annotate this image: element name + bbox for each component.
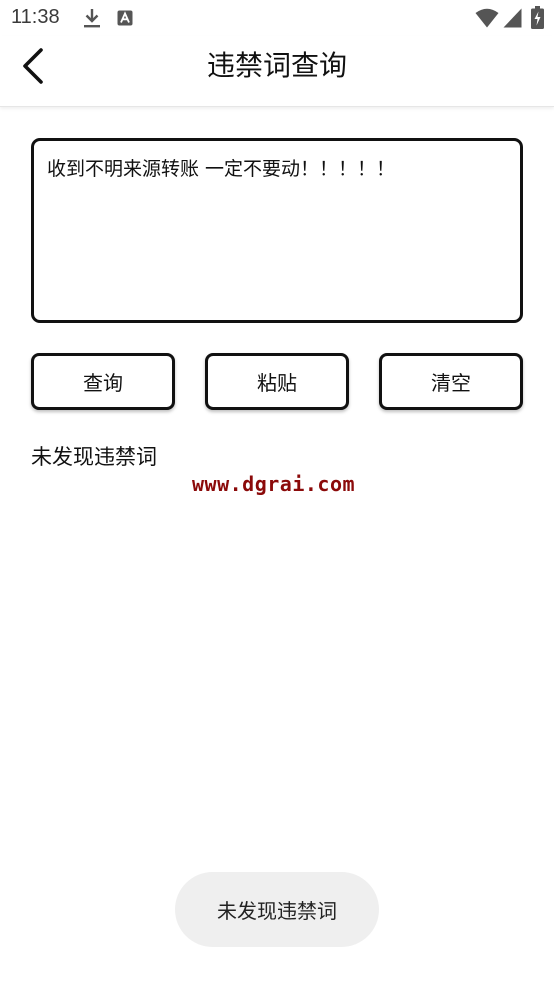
battery-charging-icon	[531, 6, 544, 29]
paste-button[interactable]: 粘贴	[205, 353, 349, 410]
query-button[interactable]: 查询	[31, 353, 175, 410]
toast-message: 未发现违禁词	[175, 872, 379, 947]
watermark-text: www.dgrai.com	[192, 472, 356, 496]
download-icon	[84, 9, 100, 28]
signal-icon	[503, 8, 522, 28]
status-time: 11:38	[11, 6, 60, 28]
wifi-icon	[475, 8, 499, 28]
app-bar: 违禁词查询	[0, 36, 554, 107]
page-title: 违禁词查询	[206, 49, 347, 82]
result-text: 未发现违禁词	[31, 445, 157, 469]
query-input[interactable]: 收到不明来源转账 一定不要动！！！！！	[31, 138, 523, 323]
status-bar: 11:38	[0, 0, 554, 36]
clear-button[interactable]: 清空	[379, 353, 523, 410]
a-notification-icon	[117, 10, 133, 26]
